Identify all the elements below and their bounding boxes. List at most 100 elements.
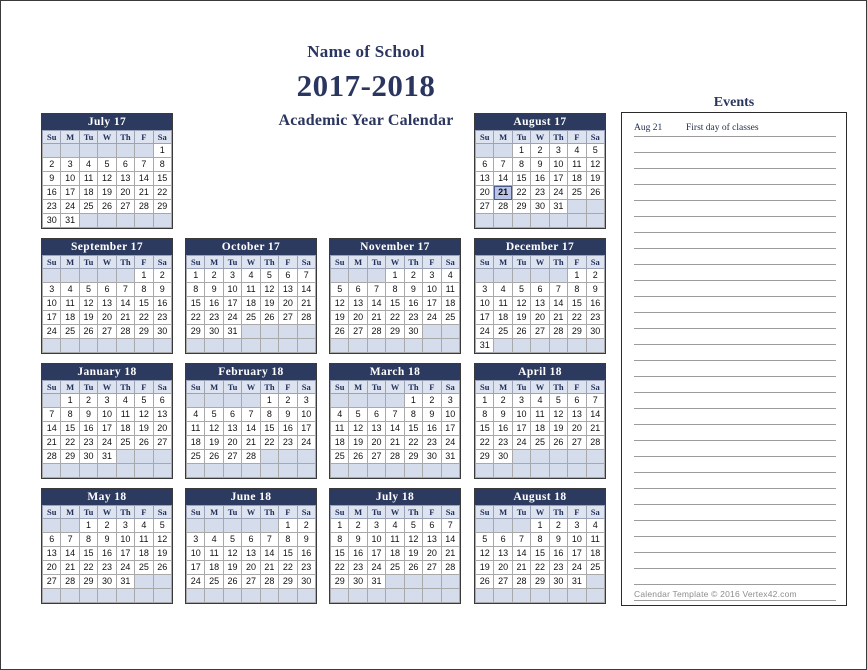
day-cell[interactable]: 22: [403, 435, 424, 450]
day-cell[interactable]: 21: [296, 296, 317, 311]
day-cell[interactable]: 8: [152, 157, 173, 172]
day-cell[interactable]: 19: [348, 435, 368, 450]
day-cell[interactable]: 13: [474, 171, 495, 186]
day-cell[interactable]: 15: [60, 421, 80, 436]
day-cell[interactable]: 16: [78, 421, 99, 436]
day-cell[interactable]: 2: [403, 268, 424, 283]
day-cell[interactable]: 18: [241, 296, 261, 311]
day-cell[interactable]: 23: [422, 435, 442, 450]
day-cell[interactable]: 7: [385, 407, 405, 422]
day-cell[interactable]: 19: [511, 310, 532, 325]
event-row[interactable]: [634, 361, 836, 377]
event-row[interactable]: [634, 169, 836, 185]
day-cell[interactable]: 22: [567, 310, 587, 325]
day-cell[interactable]: 14: [440, 532, 461, 547]
day-cell[interactable]: 13: [97, 296, 117, 311]
day-cell[interactable]: 29: [385, 324, 405, 339]
day-cell[interactable]: 1: [329, 518, 350, 533]
day-cell[interactable]: 8: [530, 532, 550, 547]
day-cell[interactable]: 1: [134, 268, 154, 283]
day-cell[interactable]: 3: [222, 268, 243, 283]
day-cell[interactable]: 15: [385, 296, 405, 311]
day-cell[interactable]: 15: [511, 171, 532, 186]
day-cell[interactable]: 9: [97, 532, 117, 547]
day-cell[interactable]: 7: [296, 268, 317, 283]
day-cell[interactable]: 7: [60, 532, 80, 547]
day-cell[interactable]: 26: [259, 310, 280, 325]
day-cell[interactable]: 28: [134, 199, 154, 214]
day-cell[interactable]: 15: [78, 546, 99, 561]
day-cell[interactable]: 7: [585, 393, 606, 408]
day-cell[interactable]: 6: [567, 393, 587, 408]
day-cell[interactable]: 17: [511, 421, 532, 436]
day-cell[interactable]: 24: [115, 560, 136, 575]
day-cell[interactable]: 31: [440, 449, 461, 464]
day-cell[interactable]: 21: [134, 185, 154, 200]
day-cell[interactable]: 1: [185, 268, 206, 283]
event-row[interactable]: [634, 137, 836, 153]
day-cell[interactable]: 13: [241, 546, 261, 561]
day-cell[interactable]: 7: [440, 518, 461, 533]
day-cell[interactable]: 10: [548, 157, 569, 172]
day-cell[interactable]: 12: [474, 546, 495, 561]
day-cell[interactable]: 2: [278, 393, 298, 408]
day-cell[interactable]: 1: [278, 518, 298, 533]
day-cell[interactable]: 19: [585, 171, 606, 186]
day-cell[interactable]: 2: [548, 518, 569, 533]
day-cell[interactable]: 15: [567, 296, 587, 311]
day-cell[interactable]: 12: [403, 532, 424, 547]
day-cell[interactable]: 9: [78, 407, 99, 422]
day-cell[interactable]: 30: [97, 574, 117, 589]
day-cell[interactable]: 8: [385, 282, 405, 297]
day-cell[interactable]: 6: [493, 532, 513, 547]
day-cell[interactable]: 28: [548, 324, 569, 339]
day-cell[interactable]: 16: [493, 421, 513, 436]
day-cell[interactable]: 24: [474, 324, 495, 339]
day-cell[interactable]: 22: [152, 185, 173, 200]
event-row[interactable]: [634, 441, 836, 457]
day-cell[interactable]: 26: [403, 560, 424, 575]
day-cell[interactable]: 24: [41, 324, 62, 339]
day-cell[interactable]: 4: [134, 518, 154, 533]
day-cell[interactable]: 3: [422, 268, 442, 283]
day-cell[interactable]: 21: [259, 560, 280, 575]
day-cell[interactable]: 23: [204, 310, 224, 325]
day-cell[interactable]: 3: [115, 518, 136, 533]
day-cell[interactable]: 17: [185, 560, 206, 575]
day-cell[interactable]: 14: [296, 282, 317, 297]
day-cell[interactable]: 24: [222, 310, 243, 325]
day-cell[interactable]: 5: [97, 157, 117, 172]
day-cell[interactable]: 18: [204, 560, 224, 575]
day-cell[interactable]: 6: [278, 268, 298, 283]
day-cell[interactable]: 3: [60, 157, 80, 172]
day-cell[interactable]: 21: [241, 435, 261, 450]
day-cell[interactable]: 1: [78, 518, 99, 533]
day-cell[interactable]: 17: [366, 546, 387, 561]
day-cell[interactable]: 26: [348, 449, 368, 464]
day-cell[interactable]: 31: [366, 574, 387, 589]
day-cell[interactable]: 21: [115, 310, 136, 325]
day-cell[interactable]: 23: [97, 560, 117, 575]
day-cell[interactable]: 8: [474, 407, 495, 422]
day-cell[interactable]: 11: [329, 421, 350, 436]
day-cell[interactable]: 5: [152, 518, 173, 533]
day-cell[interactable]: 17: [440, 421, 461, 436]
event-row[interactable]: [634, 473, 836, 489]
day-cell[interactable]: 25: [134, 560, 154, 575]
day-cell[interactable]: 4: [60, 282, 80, 297]
day-cell[interactable]: 18: [493, 310, 513, 325]
day-cell[interactable]: 14: [585, 407, 606, 422]
day-cell[interactable]: 15: [152, 171, 173, 186]
day-cell[interactable]: 24: [97, 435, 117, 450]
day-cell[interactable]: 30: [493, 449, 513, 464]
day-cell[interactable]: 23: [493, 435, 513, 450]
day-cell[interactable]: 9: [278, 407, 298, 422]
day-cell[interactable]: 27: [115, 199, 136, 214]
day-cell[interactable]: 13: [41, 546, 62, 561]
day-cell[interactable]: 16: [204, 296, 224, 311]
day-cell[interactable]: 20: [222, 435, 243, 450]
day-cell[interactable]: 5: [78, 282, 99, 297]
day-cell[interactable]: 30: [422, 449, 442, 464]
event-row[interactable]: [634, 489, 836, 505]
day-cell[interactable]: 8: [403, 407, 424, 422]
